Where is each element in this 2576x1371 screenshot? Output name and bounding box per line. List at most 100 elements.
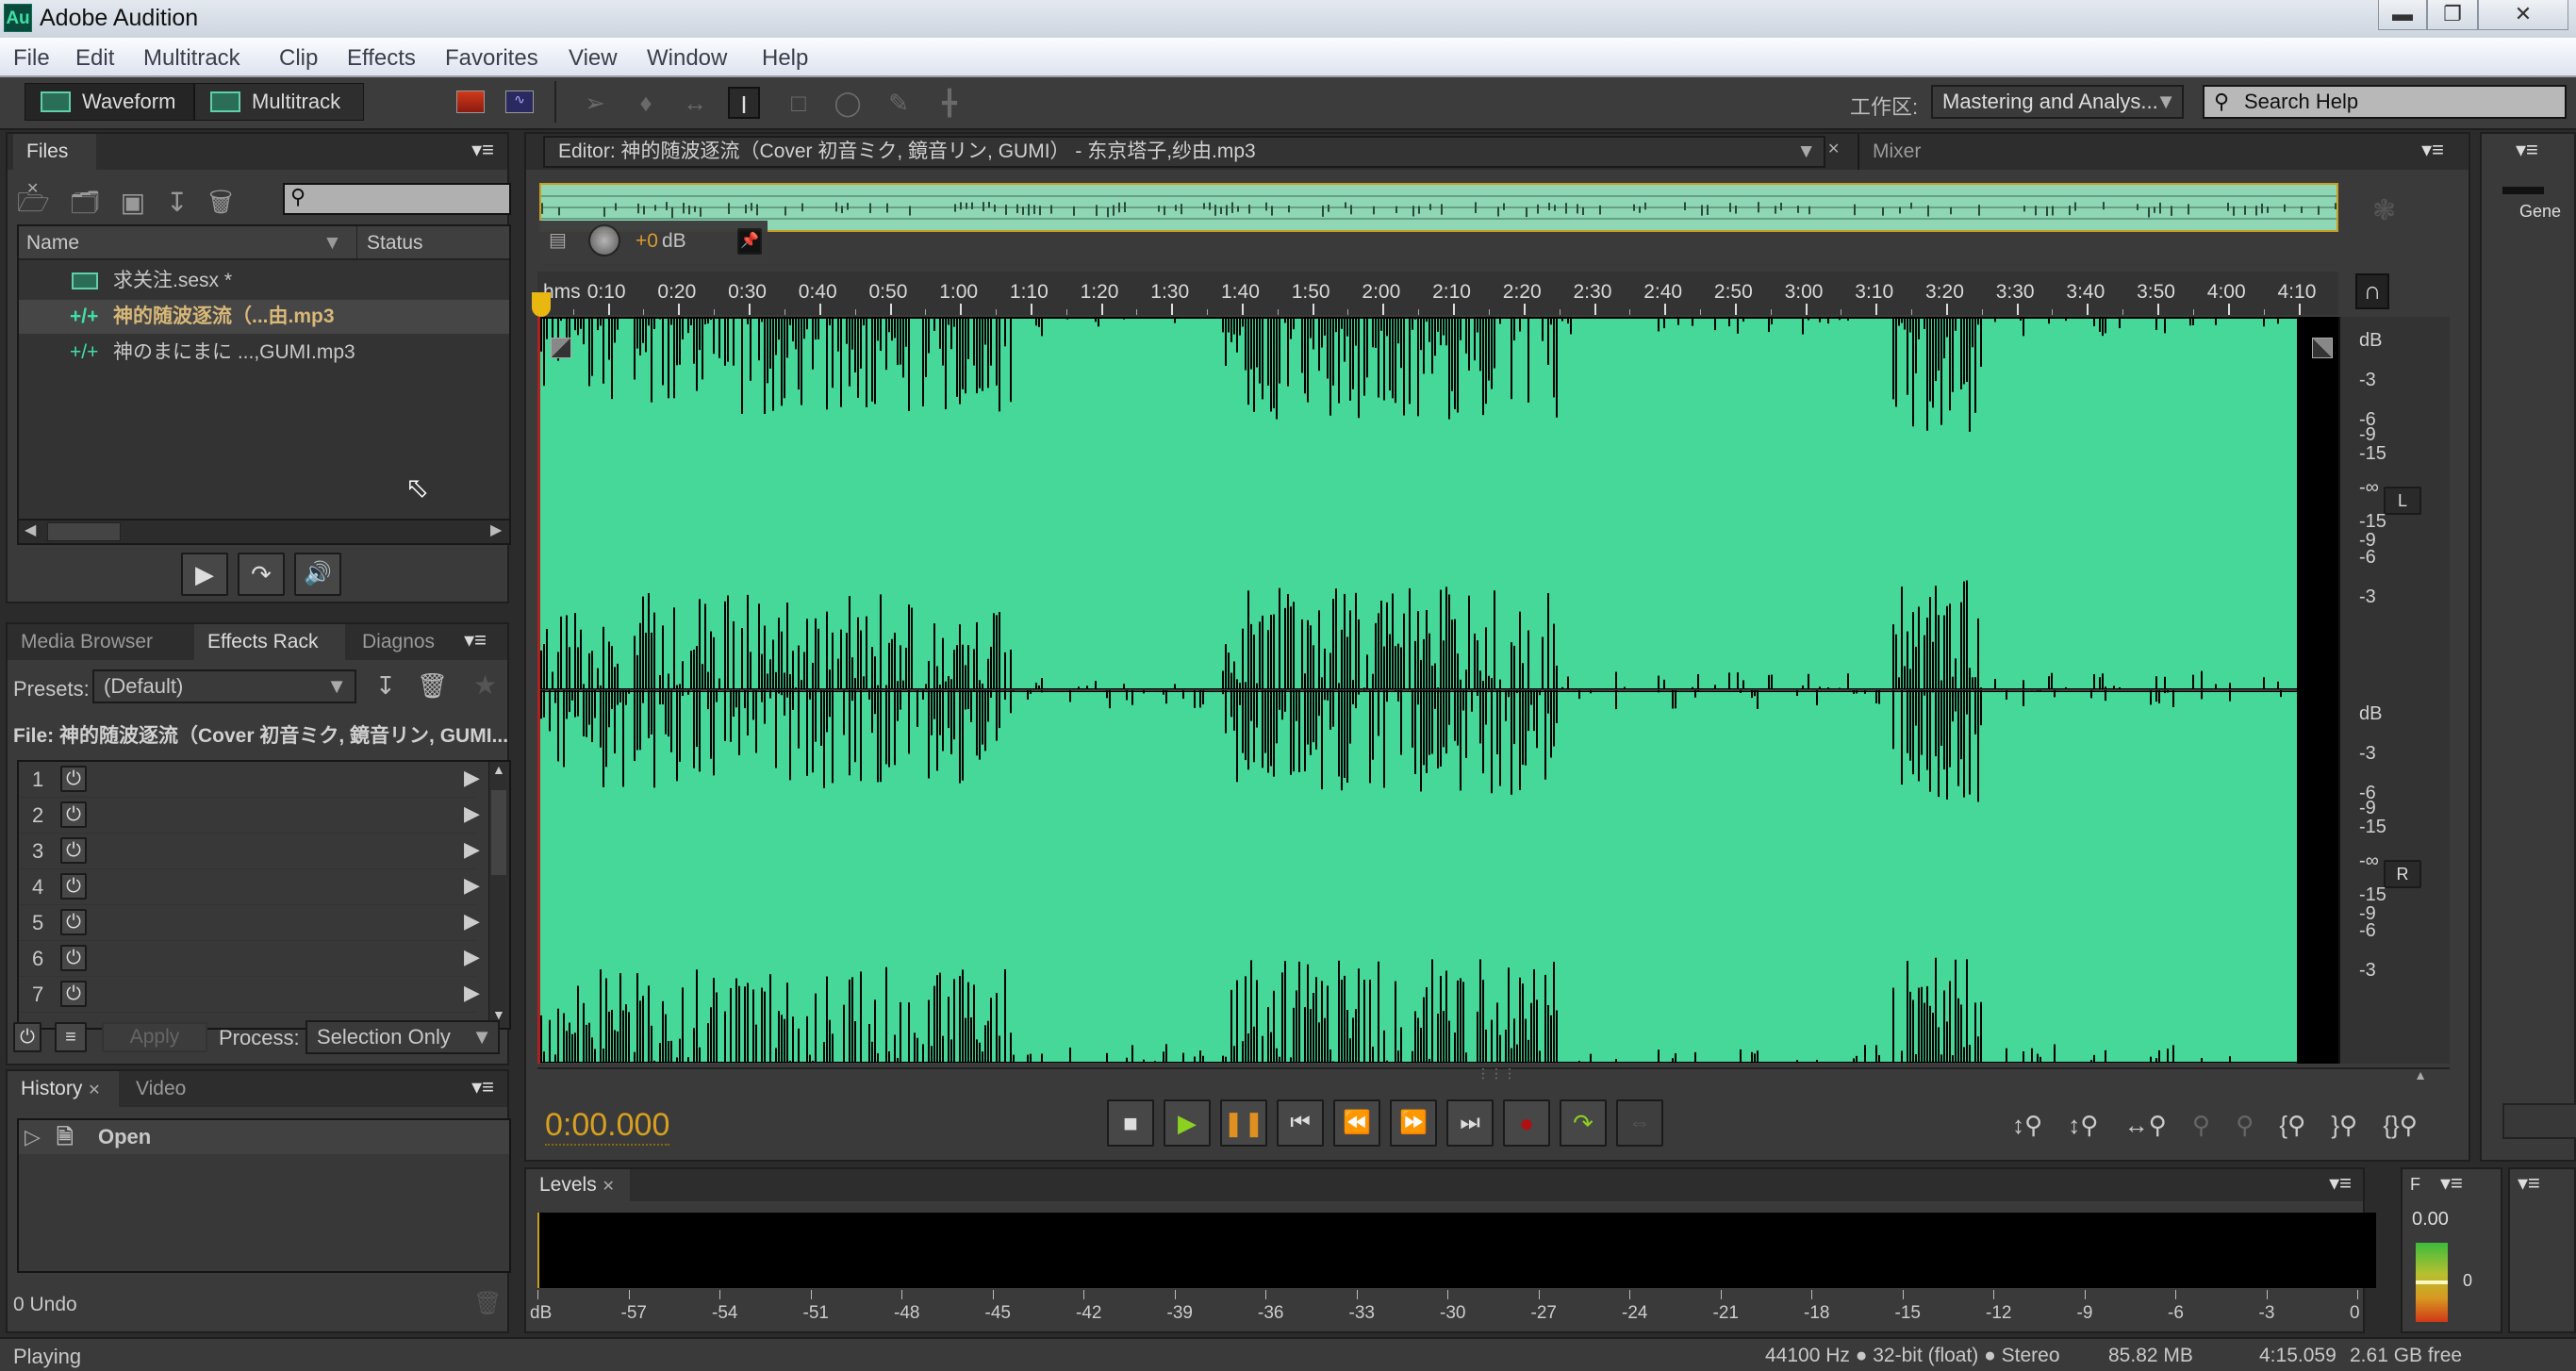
tab-media-browser[interactable]: Media Browser — [8, 624, 192, 660]
panel-menu-icon[interactable]: ▾≡ — [2329, 1171, 2352, 1196]
razor-tool-icon[interactable]: ♦ — [630, 87, 662, 119]
chevron-right-icon[interactable]: ▶ — [464, 945, 480, 969]
favorite-star-icon[interactable]: ★ — [473, 669, 497, 701]
skip-selection-button[interactable]: ⇔ — [1616, 1099, 1663, 1147]
multitrack-mode-button[interactable]: Multitrack — [194, 83, 364, 121]
tab-levels[interactable]: Levels ✕ — [526, 1169, 630, 1201]
panel-menu-icon[interactable]: ▾≡ — [2421, 138, 2444, 162]
menu-clip[interactable]: Clip — [279, 45, 318, 72]
loop-preview-button[interactable]: ↷ — [238, 553, 285, 596]
grip-icon[interactable]: ⋮⋮⋮ — [1477, 1065, 1516, 1082]
file-row[interactable]: +/+ 神的随波逐流（...由.mp3 — [19, 300, 509, 334]
zoom-to-selection-icon[interactable]: {}⚲ — [2383, 1111, 2417, 1139]
spot-healing-tool-icon[interactable]: ╋ — [933, 87, 966, 119]
effect-slot[interactable]: 5 ⏻ ▶ — [19, 905, 480, 941]
chevron-right-icon[interactable]: ▶ — [464, 837, 480, 862]
power-icon[interactable]: ⏻ — [60, 837, 87, 864]
play-button[interactable]: ▶ — [1164, 1099, 1211, 1147]
close-button[interactable]: ✕ — [2478, 0, 2568, 30]
power-icon[interactable]: ⏻ — [60, 766, 87, 792]
menu-multitrack[interactable]: Multitrack — [143, 45, 240, 72]
zoom-in-point-icon[interactable]: {⚲ — [2279, 1111, 2305, 1139]
open-file-icon[interactable]: 🗁 — [17, 188, 71, 217]
close-icon[interactable]: ✕ — [1827, 140, 1840, 158]
meter-tab[interactable]: F — [2410, 1175, 2420, 1195]
panel-menu-icon[interactable]: ▾≡ — [464, 628, 487, 652]
tab-effects-rack[interactable]: Effects Rack ✕ — [194, 624, 345, 687]
zoom-selection-icon[interactable]: ⚲ — [2236, 1111, 2254, 1139]
menu-view[interactable]: View — [569, 45, 618, 72]
trash-icon[interactable]: 🗑 — [473, 1290, 502, 1317]
go-to-start-button[interactable]: ⏮ — [1277, 1099, 1324, 1147]
minimize-button[interactable]: ▬ — [2378, 0, 2427, 30]
rewind-button[interactable]: ⏪ — [1333, 1099, 1380, 1147]
file-row[interactable]: 求关注.sesx * — [19, 264, 509, 298]
master-power-button[interactable]: ⏻ — [13, 1022, 41, 1052]
snap-magnet-icon[interactable]: ∩ — [2355, 273, 2389, 309]
tab-mixer[interactable]: Mixer — [1858, 134, 1961, 170]
chevron-right-icon[interactable]: ▶ — [464, 873, 480, 898]
panel-menu-icon[interactable]: ▾≡ — [471, 138, 494, 162]
channel-right-button[interactable]: R — [2384, 860, 2421, 888]
import-icon[interactable]: ↧ — [166, 188, 208, 217]
chevron-right-icon[interactable]: ▶ — [464, 981, 480, 1005]
fade-in-handle[interactable] — [551, 338, 571, 358]
scrollbar-thumb[interactable] — [491, 790, 506, 875]
zoom-navigator-icon[interactable]: ❃ — [2372, 194, 2396, 227]
tab-video[interactable]: Video — [123, 1071, 224, 1107]
delete-preset-icon[interactable]: 🗑 — [417, 671, 448, 701]
files-search-input[interactable]: ⚲ — [283, 183, 511, 215]
menu-effects[interactable]: Effects — [347, 45, 416, 72]
save-preset-icon[interactable]: ↧ — [375, 671, 396, 701]
power-icon[interactable]: ⏻ — [60, 909, 87, 935]
pause-button[interactable]: ❚❚ — [1220, 1099, 1267, 1147]
effect-slot[interactable]: 2 ⏻ ▶ — [19, 798, 480, 834]
chevron-right-icon[interactable]: ▶ — [464, 766, 480, 790]
menu-edit[interactable]: Edit — [75, 45, 114, 72]
new-file-icon[interactable]: ▣ — [121, 188, 166, 217]
file-row[interactable]: +/+ 神のまにまに ...,GUMI.mp3 — [19, 336, 509, 370]
auto-play-button[interactable]: 🔊 — [294, 553, 341, 596]
column-status[interactable]: Status — [356, 226, 423, 260]
menu-file[interactable]: File — [13, 45, 50, 72]
search-help-input[interactable]: ⚲ Search Help — [2203, 85, 2567, 119]
effect-slot[interactable]: 1 ⏻ ▶ — [19, 762, 480, 798]
restore-button[interactable]: ❐ — [2427, 0, 2478, 30]
scroll-up-icon[interactable]: ▲ — [2414, 1067, 2427, 1082]
menu-window[interactable]: Window — [647, 45, 727, 72]
horizontal-scrollbar[interactable]: ◀ ▶ — [19, 519, 509, 543]
history-item[interactable]: ▷ 🗎 Open — [19, 1120, 509, 1154]
effect-slot[interactable]: 4 ⏻ ▶ — [19, 869, 480, 905]
slip-tool-icon[interactable]: ↔ — [679, 87, 711, 119]
power-icon[interactable]: ⏻ — [60, 981, 87, 1007]
presets-select[interactable]: (Default) ▼ — [92, 669, 356, 703]
channel-left-button[interactable]: L — [2384, 487, 2421, 515]
tab-diagnostics[interactable]: Diagnos — [349, 624, 462, 660]
move-tool-icon[interactable]: ➢ — [579, 87, 611, 119]
zoom-out-point-icon[interactable]: }⚲ — [2331, 1111, 2357, 1139]
delete-icon[interactable]: 🗑 — [209, 188, 254, 217]
loop-playback-button[interactable]: ↷ — [1560, 1099, 1607, 1147]
tab-files[interactable]: Files ✕ — [13, 134, 96, 197]
fast-forward-button[interactable]: ⏩ — [1390, 1099, 1437, 1147]
scroll-up-icon[interactable]: ▲ — [492, 762, 505, 777]
power-icon[interactable]: ⏻ — [60, 945, 87, 971]
side-button[interactable] — [2502, 1103, 2576, 1139]
go-to-end-button[interactable]: ⏭ — [1446, 1099, 1494, 1147]
spectral-pitch-icon[interactable]: ∿ — [505, 91, 534, 113]
tab-history[interactable]: History ✕ — [8, 1071, 119, 1107]
open-append-icon[interactable]: 🗂 — [71, 188, 121, 217]
horizontal-scrollbar[interactable]: ⋮⋮⋮ ▲ — [537, 1065, 2450, 1086]
sort-icon[interactable]: ▼ — [322, 226, 342, 260]
chevron-down-icon[interactable]: ▼ — [1796, 138, 1816, 166]
effect-slot[interactable]: 6 ⏻ ▶ — [19, 941, 480, 977]
time-selection-tool-icon[interactable]: I — [728, 87, 760, 119]
effect-slot[interactable]: 7 ⏻ ▶ — [19, 977, 480, 1013]
apply-button[interactable]: Apply — [102, 1022, 207, 1052]
lasso-tool-icon[interactable]: ◯ — [832, 87, 864, 119]
time-display[interactable]: 0:00.000 — [545, 1107, 670, 1146]
scroll-indicator[interactable] — [2502, 187, 2544, 194]
chevron-right-icon[interactable]: ▶ — [464, 801, 480, 826]
effect-slot[interactable]: 3 ⏻ ▶ — [19, 834, 480, 869]
zoom-out-full-icon[interactable]: ⚲ — [2192, 1111, 2210, 1139]
